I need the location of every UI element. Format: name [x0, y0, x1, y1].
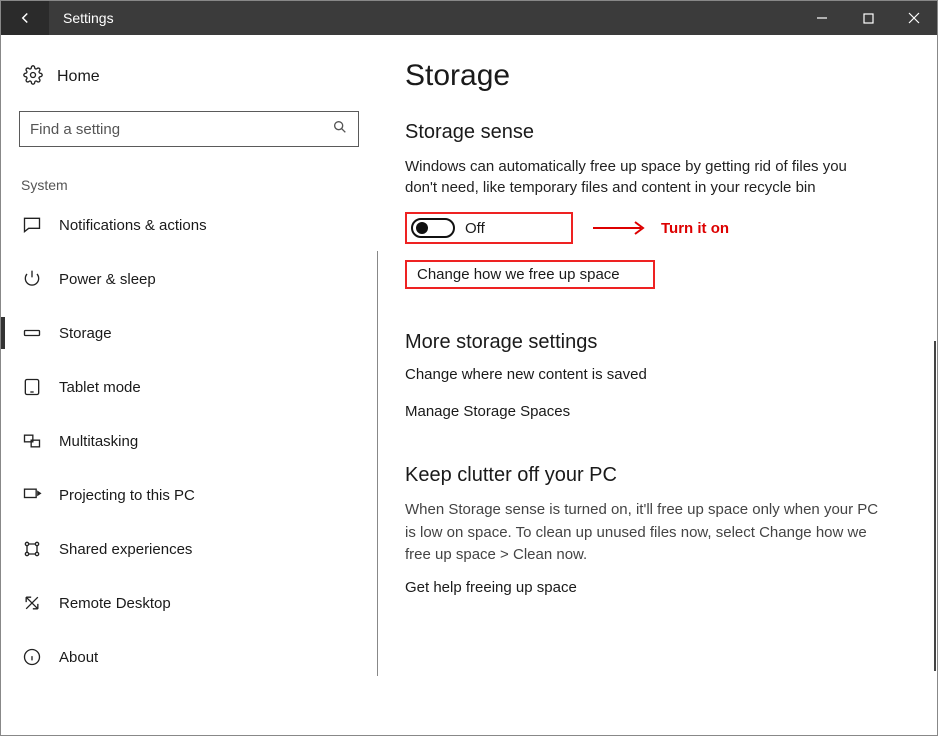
remote-icon: [21, 593, 43, 613]
minimize-button[interactable]: [799, 1, 845, 35]
sidebar-item-storage[interactable]: Storage: [19, 311, 349, 355]
sidebar-item-label: Projecting to this PC: [59, 487, 195, 504]
sidebar-item-notifications[interactable]: Notifications & actions: [19, 203, 349, 247]
sidebar-item-remote[interactable]: Remote Desktop: [19, 581, 349, 625]
titlebar: Settings: [1, 1, 937, 35]
sidebar-item-tablet[interactable]: Tablet mode: [19, 365, 349, 409]
share-icon: [21, 539, 43, 559]
sidebar-item-label: Shared experiences: [59, 541, 192, 558]
sidebar-item-label: Tablet mode: [59, 379, 141, 396]
storage-icon: [21, 323, 43, 343]
annotation-text: Turn it on: [661, 220, 729, 237]
window-title: Settings: [49, 1, 128, 35]
annotation-box-toggle: Off: [405, 212, 573, 244]
storage-sense-toggle[interactable]: [411, 218, 455, 238]
sidebar-item-shared[interactable]: Shared experiences: [19, 527, 349, 571]
multitask-icon: [21, 431, 43, 451]
close-button[interactable]: [891, 1, 937, 35]
change-free-space-link[interactable]: Change how we free up space: [405, 260, 655, 289]
page-title: Storage: [405, 59, 907, 93]
annotation-arrow: Turn it on: [591, 219, 729, 237]
sidebar-item-multitasking[interactable]: Multitasking: [19, 419, 349, 463]
back-button[interactable]: [1, 1, 49, 35]
search-input[interactable]: [19, 111, 359, 147]
info-icon: [21, 647, 43, 667]
sidebar-item-about[interactable]: About: [19, 635, 349, 679]
section-label: System: [19, 177, 349, 193]
power-icon: [21, 269, 43, 289]
home-link[interactable]: Home: [19, 65, 349, 89]
sidebar-item-label: Storage: [59, 325, 112, 342]
section-heading-more: More storage settings: [405, 331, 907, 354]
scrollbar[interactable]: [934, 341, 936, 671]
clutter-description: When Storage sense is turned on, it'll f…: [405, 499, 885, 567]
divider: [377, 251, 378, 676]
search-icon: [332, 119, 348, 139]
gear-icon: [23, 65, 43, 89]
sidebar-item-power[interactable]: Power & sleep: [19, 257, 349, 301]
toggle-state-label: Off: [465, 220, 485, 237]
storage-sense-description: Windows can automatically free up space …: [405, 156, 875, 198]
message-icon: [21, 215, 43, 235]
manage-storage-spaces-link[interactable]: Manage Storage Spaces: [405, 403, 907, 420]
section-heading-storage-sense: Storage sense: [405, 121, 907, 144]
sidebar-item-label: Notifications & actions: [59, 217, 207, 234]
get-help-link[interactable]: Get help freeing up space: [405, 579, 907, 596]
tablet-icon: [21, 377, 43, 397]
section-heading-clutter: Keep clutter off your PC: [405, 464, 907, 487]
home-label: Home: [57, 68, 100, 86]
toggle-knob: [416, 222, 428, 234]
change-content-saved-link[interactable]: Change where new content is saved: [405, 366, 907, 383]
maximize-button[interactable]: [845, 1, 891, 35]
sidebar-item-label: Multitasking: [59, 433, 138, 450]
sidebar-item-projecting[interactable]: Projecting to this PC: [19, 473, 349, 517]
project-icon: [21, 485, 43, 505]
sidebar-item-label: Remote Desktop: [59, 595, 171, 612]
sidebar-item-label: Power & sleep: [59, 271, 156, 288]
search-field[interactable]: [30, 121, 332, 138]
sidebar-item-label: About: [59, 649, 98, 666]
